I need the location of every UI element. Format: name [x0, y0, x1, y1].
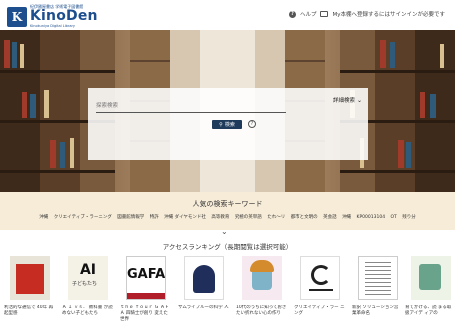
expand-chevron-icon[interactable]: ⌄: [221, 227, 228, 236]
header-links: ? ヘルプ My本棚へ登録するにはサインインが必要です: [288, 10, 445, 18]
book-card[interactable]: 新訳 ソリューション営 業革命名: [352, 256, 404, 323]
book-cover-image[interactable]: [10, 256, 50, 300]
keyword-link[interactable]: たれ〜リ: [267, 215, 285, 220]
search-icon: ⚲: [219, 121, 223, 128]
book-cover-image[interactable]: GAFA: [126, 256, 166, 300]
keyword-link[interactable]: 高等教育: [211, 215, 229, 220]
popular-keywords-title: 人気の検索キーワード: [192, 200, 263, 208]
search-panel: 詳細検索 ⌄ ⚲ 検索 ?: [88, 88, 368, 160]
help-icon[interactable]: ?: [288, 10, 296, 18]
search-input[interactable]: [96, 100, 286, 113]
book-title[interactable]: クリエイティブ・ラー ニング: [294, 305, 346, 323]
search-button[interactable]: ⚲ 検索: [212, 120, 242, 129]
book-cover-image[interactable]: [411, 256, 451, 300]
keyword-link[interactable]: 特許: [150, 215, 159, 220]
keyword-link[interactable]: KP00013104: [357, 215, 386, 220]
keyword-link[interactable]: OT: [391, 215, 397, 220]
book-card[interactable]: 育てかける、読 まる取扱アイデ ィアの: [405, 256, 453, 323]
chevron-down-icon: ⌄: [356, 96, 362, 104]
book-card[interactable]: 10代のうちに知っておきたい折れない心の作り: [236, 256, 288, 323]
keyword-link[interactable]: 究極の英単語: [235, 215, 262, 220]
advanced-search-label: 詳細検索: [332, 98, 355, 104]
keyword-link[interactable]: 沖縄: [342, 215, 351, 220]
book-title[interactable]: ｔｈｅ ｆｏｕｒ Ｇ ＡＦＡ 四騎士が創り 変えた世界: [120, 305, 172, 323]
help-link[interactable]: ヘルプ: [300, 10, 317, 18]
keyword-list: 沖縄 クリエイティブ・ラーニング 図書館情報学 特許 沖縄 ダイヤモンド社 高等…: [0, 214, 455, 220]
book-cover-image[interactable]: [242, 256, 282, 300]
book-card[interactable]: サムライブルーの科学 人: [178, 256, 230, 323]
book-cover-image[interactable]: AI 子どもたち: [68, 256, 108, 300]
search-button-label: 検索: [224, 122, 235, 128]
logo-name: KinoDen: [30, 8, 98, 24]
book-card[interactable]: クリエイティブ・ラー ニング: [294, 256, 346, 323]
keyword-link[interactable]: 沖縄: [39, 215, 48, 220]
book-card[interactable]: GAFA ｔｈｅ ｆｏｕｒ Ｇ ＡＦＡ 四騎士が創り 変えた世界: [120, 256, 172, 323]
keyword-link[interactable]: 英会話: [323, 215, 337, 220]
keyword-link[interactable]: クリエイティブ・ラーニング: [54, 215, 112, 220]
advanced-search-toggle[interactable]: 詳細検索 ⌄: [332, 96, 362, 105]
book-card[interactable]: 利活的な通信で 40年 再起型感: [4, 256, 56, 323]
book-title[interactable]: Ａ Ｉ ｖｓ． 教科書 が読めない子どもたち: [62, 305, 114, 323]
keyword-link[interactable]: 残り分: [402, 215, 416, 220]
book-cover-image[interactable]: [300, 256, 340, 300]
mybook-signin-link[interactable]: My本棚へ登録するにはサインインが必要です: [332, 10, 445, 18]
ranking-book-list: 利活的な通信で 40年 再起型感 AI 子どもたち Ａ Ｉ ｖｓ． 教科書 が読め…: [0, 256, 455, 334]
book-title[interactable]: 新訳 ソリューション営 業革命名: [352, 305, 404, 323]
kinoden-logo[interactable]: K 紀伊國屋書店 学術電子図書館 KinoDen Kinokuniya Digi…: [7, 3, 98, 28]
book-title[interactable]: 育てかける、読 まる取扱アイデ ィアの: [405, 305, 453, 323]
book-cover-image[interactable]: [184, 256, 224, 300]
header: K 紀伊國屋書店 学術電子図書館 KinoDen Kinokuniya Digi…: [0, 0, 455, 30]
search-help-icon[interactable]: ?: [248, 120, 256, 128]
book-title[interactable]: 利活的な通信で 40年 再起型感: [4, 305, 56, 323]
keyword-link[interactable]: 沖縄 ダイヤモンド社: [164, 215, 206, 220]
access-ranking-title: アクセスランキング（長期閲覧は選択可能）: [162, 243, 293, 251]
book-cover-image[interactable]: [358, 256, 398, 300]
book-title[interactable]: 10代のうちに知っておきたい折れない心の作り: [236, 305, 288, 323]
bookshelf-icon: [320, 11, 329, 17]
popular-keywords-section: 人気の検索キーワード 沖縄 クリエイティブ・ラーニング 図書館情報学 特許 沖縄…: [0, 192, 455, 230]
hero-banner: 詳細検索 ⌄ ⚲ 検索 ?: [0, 30, 455, 192]
keyword-link[interactable]: 都市と文明の: [291, 215, 318, 220]
book-title[interactable]: サムライブルーの科学 人: [178, 305, 230, 323]
keyword-link[interactable]: 図書館情報学: [117, 215, 144, 220]
book-card[interactable]: AI 子どもたち Ａ Ｉ ｖｓ． 教科書 が読めない子どもたち: [62, 256, 114, 323]
logo-mark-icon: K: [7, 7, 27, 27]
logo-subtitle: Kinokuniya Digital Library: [30, 24, 75, 28]
